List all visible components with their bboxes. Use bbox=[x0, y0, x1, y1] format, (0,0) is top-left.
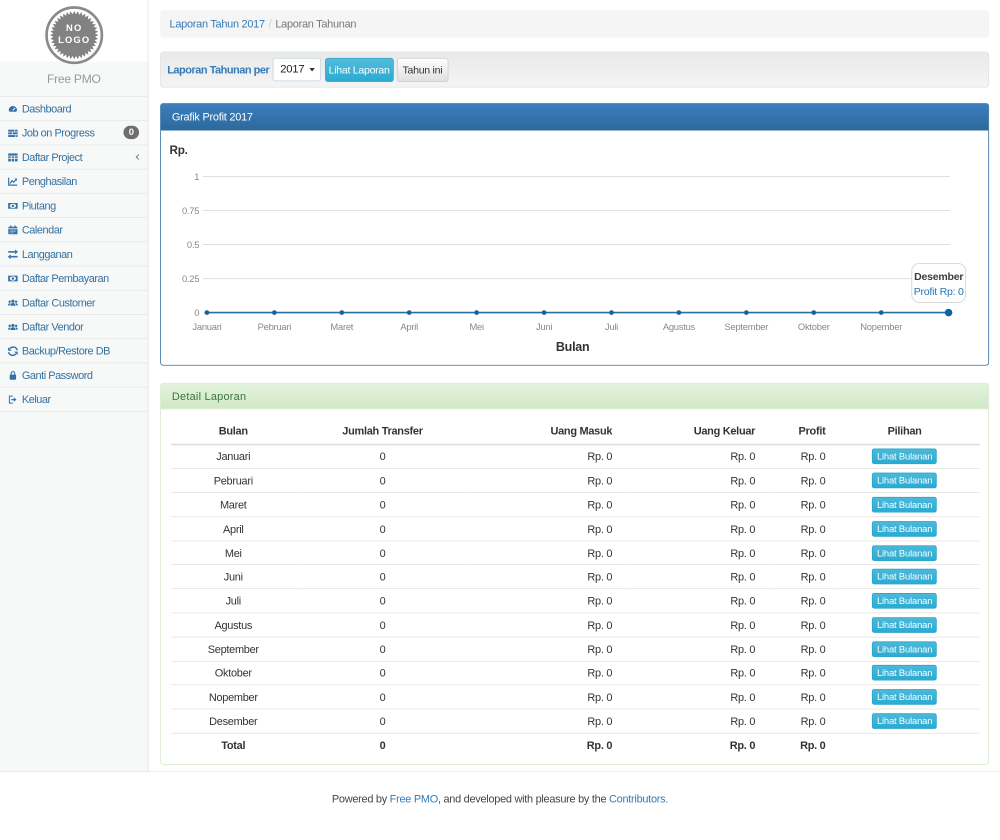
svg-text:Juli: Juli bbox=[605, 322, 618, 332]
svg-text:September: September bbox=[724, 322, 768, 332]
svg-text:0: 0 bbox=[194, 308, 199, 318]
svg-text:Januari: Januari bbox=[192, 322, 221, 332]
svg-text:Nopember: Nopember bbox=[860, 322, 902, 332]
svg-text:1: 1 bbox=[194, 172, 199, 182]
svg-text:0.75: 0.75 bbox=[182, 206, 199, 216]
svg-text:Bulan: Bulan bbox=[556, 340, 590, 354]
svg-text:Pebruari: Pebruari bbox=[258, 322, 292, 332]
svg-text:Rp.: Rp. bbox=[170, 144, 188, 157]
svg-text:0.5: 0.5 bbox=[187, 240, 199, 250]
svg-text:Profit Rp: 0: Profit Rp: 0 bbox=[914, 286, 964, 298]
svg-text:LOGO: LOGO bbox=[58, 35, 90, 45]
svg-text:Desember: Desember bbox=[914, 271, 963, 283]
svg-text:Maret: Maret bbox=[330, 322, 353, 332]
svg-text:NO: NO bbox=[66, 23, 82, 33]
svg-text:0.25: 0.25 bbox=[182, 274, 199, 284]
svg-text:Agustus: Agustus bbox=[663, 322, 696, 332]
svg-text:Oktober: Oktober bbox=[798, 322, 830, 332]
svg-text:Mei: Mei bbox=[469, 322, 484, 332]
svg-text:Juni: Juni bbox=[536, 322, 552, 332]
svg-text:April: April bbox=[400, 322, 418, 332]
